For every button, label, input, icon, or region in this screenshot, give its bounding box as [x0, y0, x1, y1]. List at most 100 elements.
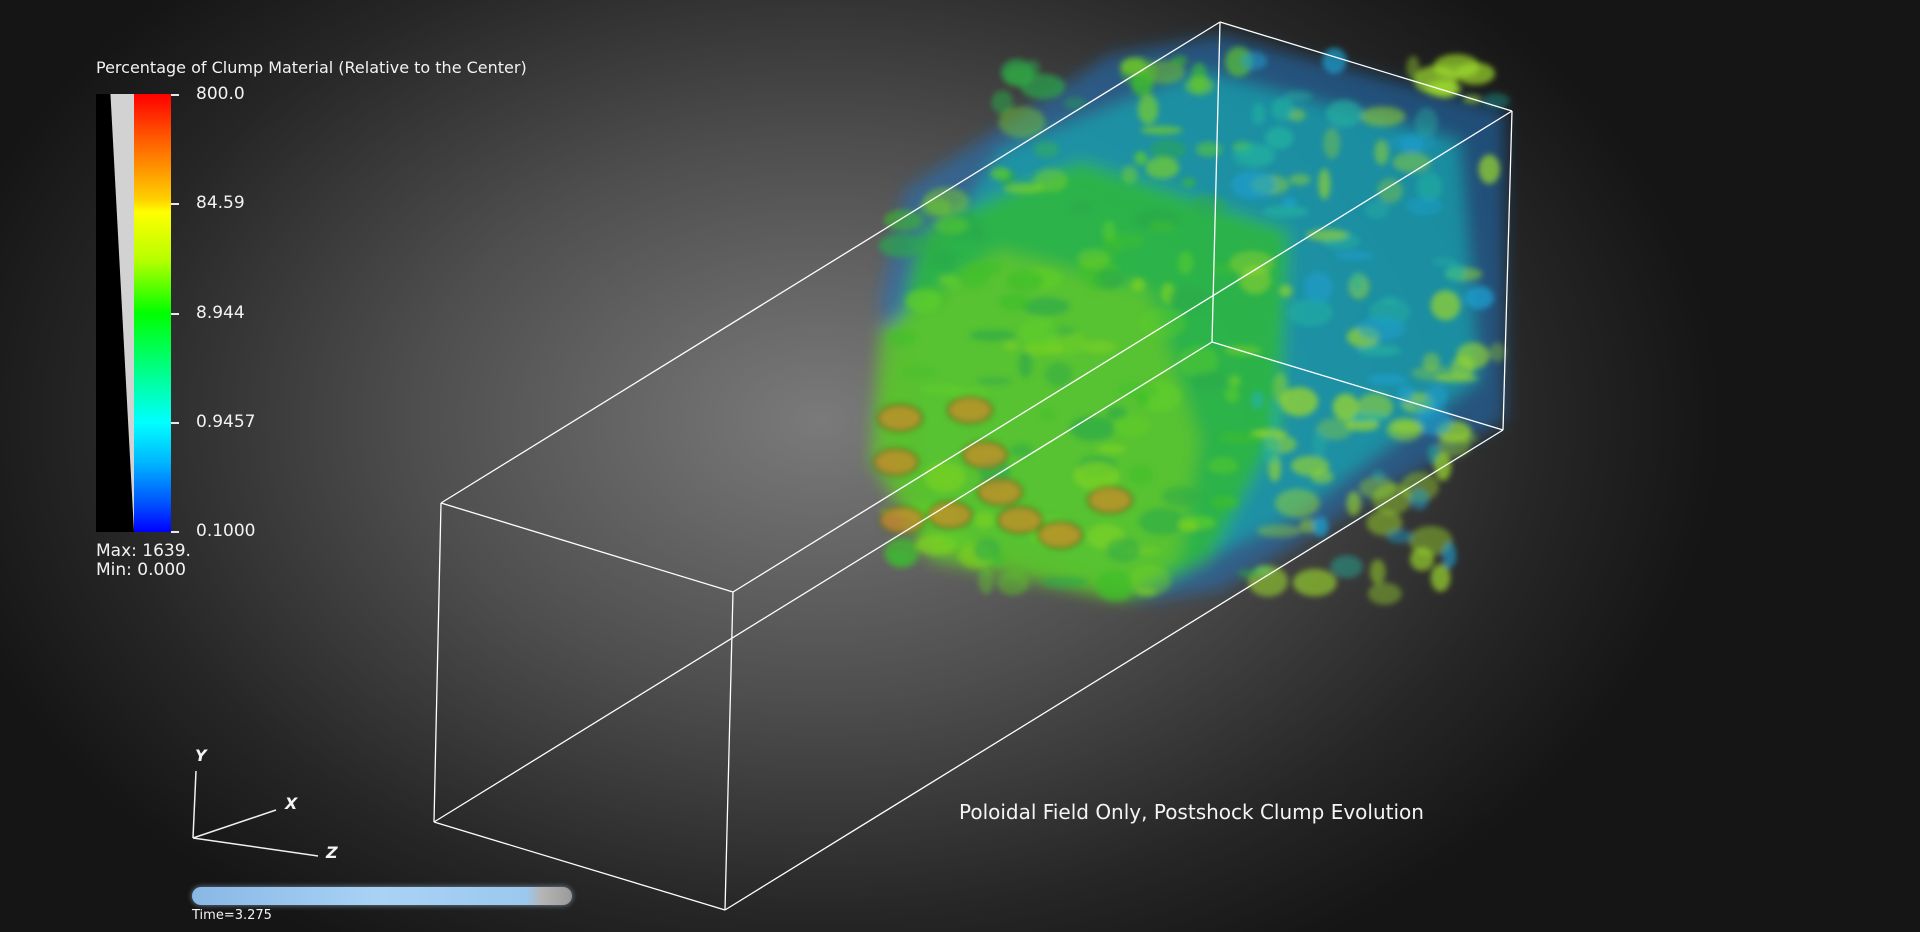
axis-x-line: [192, 809, 277, 839]
turbulence-blob: [1275, 488, 1320, 518]
render-viewport[interactable]: Percentage of Clump Material (Relative t…: [0, 0, 1920, 932]
turbulence-blob: [1102, 220, 1116, 241]
turbulence-blob: [1386, 529, 1414, 544]
turbulence-blob: [1374, 139, 1389, 166]
turbulence-blob: [974, 511, 995, 529]
turbulence-blob: [1303, 271, 1333, 304]
clump-tip: [1037, 521, 1083, 549]
turbulence-blob: [1312, 429, 1327, 457]
colorbar-tick-label: 0.1000: [196, 521, 256, 541]
opacity-ramp: [96, 94, 134, 532]
turbulence-blob: [1211, 495, 1239, 509]
turbulence-blob: [1290, 455, 1330, 476]
clump-tip: [877, 404, 923, 432]
turbulence-blob: [1237, 569, 1261, 578]
turbulence-blob: [1086, 275, 1103, 294]
turbulence-blob: [1077, 248, 1110, 269]
turbulence-blob: [1288, 173, 1311, 186]
turbulence-blob: [1207, 457, 1239, 475]
colorbar-max-label: Max: 1639.: [96, 541, 191, 561]
volume-render: [870, 35, 1510, 605]
turbulence-blob: [1357, 345, 1402, 356]
turbulence-blob: [1191, 194, 1227, 218]
colorbar-tick-label: 8.944: [196, 303, 245, 323]
turbulence-blob: [1409, 488, 1430, 510]
turbulence-blob: [1367, 374, 1407, 385]
turbulence-blob: [905, 289, 942, 313]
clump-tip: [1087, 486, 1133, 514]
time-label: Time=3.275: [192, 908, 272, 923]
time-slider[interactable]: [192, 887, 572, 905]
colorbar-tick-mark: [171, 94, 179, 96]
turbulence-blob: [884, 537, 920, 569]
turbulence-blob: [1150, 139, 1186, 160]
turbulence-blob: [1397, 384, 1414, 405]
clump-tip: [947, 396, 993, 424]
axis-z-label: Z: [326, 843, 338, 862]
turbulence-blob: [1033, 168, 1068, 192]
turbulence-blob: [1168, 285, 1209, 312]
turbulence-blob: [1410, 547, 1434, 571]
turbulence-blob: [1272, 372, 1288, 403]
turbulence-blob: [1006, 270, 1044, 292]
turbulence-blob: [1137, 94, 1159, 125]
turbulence-blob: [1171, 55, 1188, 66]
turbulence-blob: [1020, 73, 1066, 100]
turbulence-blob: [1191, 370, 1227, 391]
turbulence-blob: [1096, 444, 1127, 454]
turbulence-blob: [1228, 375, 1241, 387]
turbulence-blob: [1185, 76, 1214, 95]
axis-y-line: [192, 770, 197, 839]
turbulence-blob: [1445, 263, 1465, 281]
turbulence-blob: [1422, 352, 1441, 371]
turbulence-blob: [1350, 270, 1364, 294]
turbulence-blob: [1287, 299, 1333, 327]
turbulence-blob: [1148, 220, 1175, 233]
turbulence-blob: [1377, 178, 1403, 204]
turbulence-blob: [1039, 408, 1056, 420]
axis-y-label: Y: [195, 746, 207, 765]
turbulence-blob: [1271, 97, 1294, 122]
turbulence-blob: [1112, 414, 1151, 438]
axis-x-label: X: [285, 794, 298, 813]
turbulence-blob: [1134, 151, 1148, 165]
turbulence-blob: [1045, 362, 1073, 387]
turbulence-blob: [1262, 435, 1280, 465]
colorbar-tick-mark: [171, 422, 179, 424]
turbulence-blob: [1360, 106, 1406, 127]
turbulence-blob: [996, 570, 1030, 596]
turbulence-blob: [974, 228, 987, 242]
turbulence-blob: [976, 376, 1012, 386]
colorbar-title: Percentage of Clump Material (Relative t…: [96, 58, 527, 77]
turbulence-blob: [1430, 290, 1461, 321]
turbulence-blob: [1161, 486, 1200, 507]
turbulence-blob: [1392, 152, 1431, 173]
turbulence-blob: [1400, 136, 1424, 152]
turbulence-blob: [969, 329, 1016, 342]
turbulence-blob: [1178, 251, 1194, 275]
scene-canvas[interactable]: [0, 0, 1920, 932]
turbulence-blob: [1424, 79, 1462, 98]
turbulence-blob: [1041, 576, 1089, 588]
turbulence-blob: [1478, 154, 1501, 184]
orientation-axes: [192, 770, 319, 857]
turbulence-blob: [1121, 165, 1138, 184]
turbulence-blob: [1139, 307, 1187, 339]
turbulence-blob: [1256, 524, 1302, 538]
clump-tip: [873, 448, 919, 476]
turbulence-blob: [1434, 451, 1452, 481]
turbulence-blob: [1019, 318, 1059, 348]
turbulence-blob: [1105, 537, 1141, 563]
turbulence-blob: [1251, 102, 1266, 126]
turbulence-blob: [899, 365, 937, 379]
turbulence-blob: [878, 233, 926, 258]
turbulence-blob: [1128, 464, 1154, 486]
turbulence-blob: [1284, 90, 1313, 102]
turbulence-blob: [1095, 570, 1135, 601]
turbulence-blob: [934, 216, 969, 235]
colorbar-min-label: Min: 0.000: [96, 560, 186, 580]
turbulence-blob: [1330, 555, 1363, 579]
turbulence-blob: [1218, 431, 1261, 445]
turbulence-blob: [1115, 381, 1158, 399]
scene-caption: Poloidal Field Only, Postshock Clump Evo…: [959, 800, 1424, 824]
